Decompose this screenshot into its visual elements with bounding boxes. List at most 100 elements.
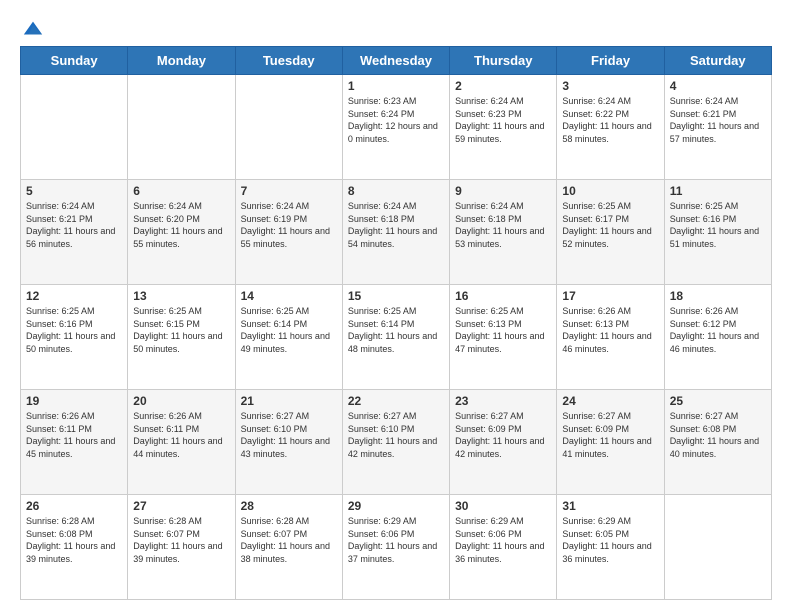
day-info: Sunrise: 6:24 AM Sunset: 6:23 PM Dayligh…: [455, 96, 544, 144]
calendar-header-row: SundayMondayTuesdayWednesdayThursdayFrid…: [21, 47, 772, 75]
page: SundayMondayTuesdayWednesdayThursdayFrid…: [0, 0, 792, 612]
day-number: 6: [133, 184, 229, 198]
day-number: 20: [133, 394, 229, 408]
day-info: Sunrise: 6:24 AM Sunset: 6:18 PM Dayligh…: [455, 201, 544, 249]
day-info: Sunrise: 6:27 AM Sunset: 6:09 PM Dayligh…: [562, 411, 651, 459]
calendar-day-cell: 3 Sunrise: 6:24 AM Sunset: 6:22 PM Daylig…: [557, 75, 664, 180]
day-info: Sunrise: 6:28 AM Sunset: 6:07 PM Dayligh…: [241, 516, 330, 564]
calendar-day-cell: 9 Sunrise: 6:24 AM Sunset: 6:18 PM Daylig…: [450, 180, 557, 285]
day-info: Sunrise: 6:27 AM Sunset: 6:10 PM Dayligh…: [241, 411, 330, 459]
day-number: 15: [348, 289, 444, 303]
calendar-day-cell: 16 Sunrise: 6:25 AM Sunset: 6:13 PM Dayli…: [450, 285, 557, 390]
calendar-week-row: 19 Sunrise: 6:26 AM Sunset: 6:11 PM Dayli…: [21, 390, 772, 495]
day-number: 23: [455, 394, 551, 408]
calendar-day-cell: 29Sunrise: 6:29 AM Sunset: 6:06 PM Dayli…: [342, 495, 449, 600]
calendar-day-cell: 28 Sunrise: 6:28 AM Sunset: 6:07 PM Dayli…: [235, 495, 342, 600]
day-number: 9: [455, 184, 551, 198]
calendar-day-cell: 4Sunrise: 6:24 AM Sunset: 6:21 PM Daylig…: [664, 75, 771, 180]
calendar-table: SundayMondayTuesdayWednesdayThursdayFrid…: [20, 46, 772, 600]
day-info: Sunrise: 6:25 AM Sunset: 6:13 PM Dayligh…: [455, 306, 544, 354]
day-info: Sunrise: 6:24 AM Sunset: 6:20 PM Dayligh…: [133, 201, 222, 249]
calendar-day-cell: 10 Sunrise: 6:25 AM Sunset: 6:17 PM Dayli…: [557, 180, 664, 285]
calendar-day-header: Sunday: [21, 47, 128, 75]
day-info: Sunrise: 6:29 AM Sunset: 6:05 PM Dayligh…: [562, 516, 651, 564]
day-number: 13: [133, 289, 229, 303]
header: [20, 18, 772, 36]
calendar-week-row: 5Sunrise: 6:24 AM Sunset: 6:21 PM Daylig…: [21, 180, 772, 285]
calendar-day-cell: 14 Sunrise: 6:25 AM Sunset: 6:14 PM Dayli…: [235, 285, 342, 390]
day-number: 10: [562, 184, 658, 198]
day-number: 26: [26, 499, 122, 513]
day-number: 30: [455, 499, 551, 513]
day-info: Sunrise: 6:24 AM Sunset: 6:22 PM Dayligh…: [562, 96, 651, 144]
calendar-day-cell: 7 Sunrise: 6:24 AM Sunset: 6:19 PM Daylig…: [235, 180, 342, 285]
day-number: 21: [241, 394, 337, 408]
calendar-day-header: Wednesday: [342, 47, 449, 75]
calendar-day-cell: 27 Sunrise: 6:28 AM Sunset: 6:07 PM Dayli…: [128, 495, 235, 600]
calendar-day-cell: 2 Sunrise: 6:24 AM Sunset: 6:23 PM Daylig…: [450, 75, 557, 180]
day-info: Sunrise: 6:27 AM Sunset: 6:09 PM Dayligh…: [455, 411, 544, 459]
day-info: Sunrise: 6:25 AM Sunset: 6:17 PM Dayligh…: [562, 201, 651, 249]
day-info: Sunrise: 6:25 AM Sunset: 6:14 PM Dayligh…: [241, 306, 330, 354]
day-number: 28: [241, 499, 337, 513]
day-number: 12: [26, 289, 122, 303]
day-number: 2: [455, 79, 551, 93]
calendar-day-cell: 22 Sunrise: 6:27 AM Sunset: 6:10 PM Dayli…: [342, 390, 449, 495]
day-info: Sunrise: 6:24 AM Sunset: 6:21 PM Dayligh…: [670, 96, 759, 144]
calendar-day-cell: 11Sunrise: 6:25 AM Sunset: 6:16 PM Dayli…: [664, 180, 771, 285]
calendar-day-cell: 17Sunrise: 6:26 AM Sunset: 6:13 PM Dayli…: [557, 285, 664, 390]
day-number: 3: [562, 79, 658, 93]
calendar-week-row: 12 Sunrise: 6:25 AM Sunset: 6:16 PM Dayli…: [21, 285, 772, 390]
calendar-day-cell: 15Sunrise: 6:25 AM Sunset: 6:14 PM Dayli…: [342, 285, 449, 390]
day-info: Sunrise: 6:27 AM Sunset: 6:08 PM Dayligh…: [670, 411, 759, 459]
calendar-day-cell: 31 Sunrise: 6:29 AM Sunset: 6:05 PM Dayli…: [557, 495, 664, 600]
calendar-day-header: Saturday: [664, 47, 771, 75]
calendar-day-cell: 12 Sunrise: 6:25 AM Sunset: 6:16 PM Dayli…: [21, 285, 128, 390]
calendar-day-cell: 26 Sunrise: 6:28 AM Sunset: 6:08 PM Dayli…: [21, 495, 128, 600]
calendar-day-cell: [235, 75, 342, 180]
calendar-day-cell: 25 Sunrise: 6:27 AM Sunset: 6:08 PM Dayli…: [664, 390, 771, 495]
calendar-week-row: 26 Sunrise: 6:28 AM Sunset: 6:08 PM Dayli…: [21, 495, 772, 600]
day-number: 29: [348, 499, 444, 513]
calendar-day-cell: [21, 75, 128, 180]
day-number: 14: [241, 289, 337, 303]
calendar-day-cell: 18 Sunrise: 6:26 AM Sunset: 6:12 PM Dayli…: [664, 285, 771, 390]
day-number: 24: [562, 394, 658, 408]
calendar-day-cell: 1 Sunrise: 6:23 AM Sunset: 6:24 PM Daylig…: [342, 75, 449, 180]
day-info: Sunrise: 6:25 AM Sunset: 6:15 PM Dayligh…: [133, 306, 222, 354]
day-info: Sunrise: 6:26 AM Sunset: 6:11 PM Dayligh…: [26, 411, 115, 459]
day-number: 7: [241, 184, 337, 198]
day-number: 27: [133, 499, 229, 513]
day-info: Sunrise: 6:24 AM Sunset: 6:19 PM Dayligh…: [241, 201, 330, 249]
day-info: Sunrise: 6:25 AM Sunset: 6:16 PM Dayligh…: [670, 201, 759, 249]
day-number: 22: [348, 394, 444, 408]
day-info: Sunrise: 6:26 AM Sunset: 6:11 PM Dayligh…: [133, 411, 222, 459]
day-number: 31: [562, 499, 658, 513]
calendar-day-header: Monday: [128, 47, 235, 75]
calendar-day-cell: 24 Sunrise: 6:27 AM Sunset: 6:09 PM Dayli…: [557, 390, 664, 495]
day-number: 16: [455, 289, 551, 303]
calendar-day-cell: [128, 75, 235, 180]
calendar-day-cell: 30 Sunrise: 6:29 AM Sunset: 6:06 PM Dayli…: [450, 495, 557, 600]
calendar-day-header: Tuesday: [235, 47, 342, 75]
day-info: Sunrise: 6:26 AM Sunset: 6:12 PM Dayligh…: [670, 306, 759, 354]
calendar-day-cell: 19 Sunrise: 6:26 AM Sunset: 6:11 PM Dayli…: [21, 390, 128, 495]
day-number: 8: [348, 184, 444, 198]
day-info: Sunrise: 6:28 AM Sunset: 6:08 PM Dayligh…: [26, 516, 115, 564]
day-number: 19: [26, 394, 122, 408]
day-info: Sunrise: 6:28 AM Sunset: 6:07 PM Dayligh…: [133, 516, 222, 564]
calendar-day-cell: 21 Sunrise: 6:27 AM Sunset: 6:10 PM Dayli…: [235, 390, 342, 495]
day-info: Sunrise: 6:23 AM Sunset: 6:24 PM Dayligh…: [348, 96, 438, 144]
calendar-day-cell: 20 Sunrise: 6:26 AM Sunset: 6:11 PM Dayli…: [128, 390, 235, 495]
day-number: 17: [562, 289, 658, 303]
day-info: Sunrise: 6:27 AM Sunset: 6:10 PM Dayligh…: [348, 411, 437, 459]
day-number: 18: [670, 289, 766, 303]
calendar-day-header: Thursday: [450, 47, 557, 75]
day-number: 1: [348, 79, 444, 93]
calendar-day-cell: 8Sunrise: 6:24 AM Sunset: 6:18 PM Daylig…: [342, 180, 449, 285]
day-info: Sunrise: 6:29 AM Sunset: 6:06 PM Dayligh…: [455, 516, 544, 564]
calendar-day-cell: [664, 495, 771, 600]
day-number: 25: [670, 394, 766, 408]
day-info: Sunrise: 6:25 AM Sunset: 6:16 PM Dayligh…: [26, 306, 115, 354]
logo-text: [20, 18, 44, 40]
